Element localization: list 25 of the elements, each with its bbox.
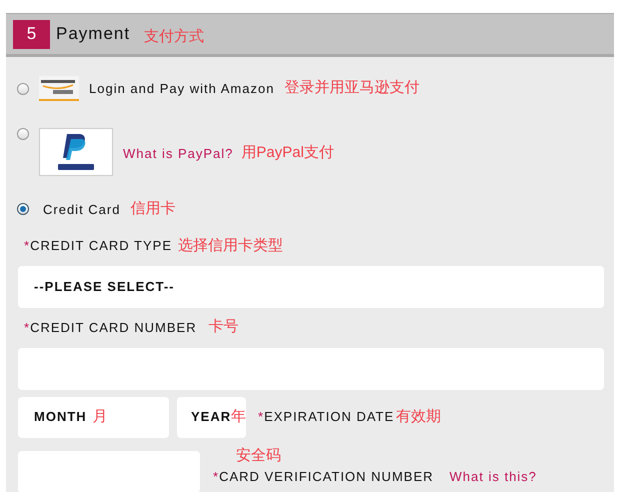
select-field[interactable]: --PLEASE SELECT--	[18, 266, 604, 308]
annotation: 选择信用卡类型	[178, 236, 283, 256]
radio-button[interactable]	[17, 128, 29, 140]
step-number: 5	[13, 20, 50, 48]
field-label: *EXPIRATION DATE	[258, 408, 394, 426]
year-select[interactable]: YEAR年	[177, 396, 246, 438]
help-link[interactable]: What is this?	[450, 467, 537, 486]
annotation: 安全码	[236, 446, 282, 466]
field-label: *CREDIT CARD TYPE	[24, 237, 172, 255]
option-label: Credit Card	[43, 200, 120, 218]
annotation: 有效期	[396, 406, 442, 427]
radio-button[interactable]	[17, 203, 29, 216]
radio-button[interactable]	[17, 82, 29, 94]
field-label: *CARD VERIFICATION NUMBER	[213, 468, 434, 486]
annotation: 支付方式	[144, 26, 204, 47]
annotation: 用PayPal支付	[241, 143, 334, 163]
section-title: Payment	[56, 23, 130, 46]
paypal-link[interactable]: What is PayPal?	[123, 144, 234, 163]
annotation: 信用卡	[130, 199, 176, 219]
annotation: 卡号	[208, 317, 239, 337]
field-label: *CREDIT CARD NUMBER	[24, 318, 197, 336]
option-label: Login and Pay with Amazon	[89, 80, 274, 98]
amazon-pay-logo	[39, 76, 79, 101]
month-select[interactable]: MONTH 月	[18, 396, 169, 438]
annotation: 登录并用亚马逊支付	[284, 78, 420, 98]
